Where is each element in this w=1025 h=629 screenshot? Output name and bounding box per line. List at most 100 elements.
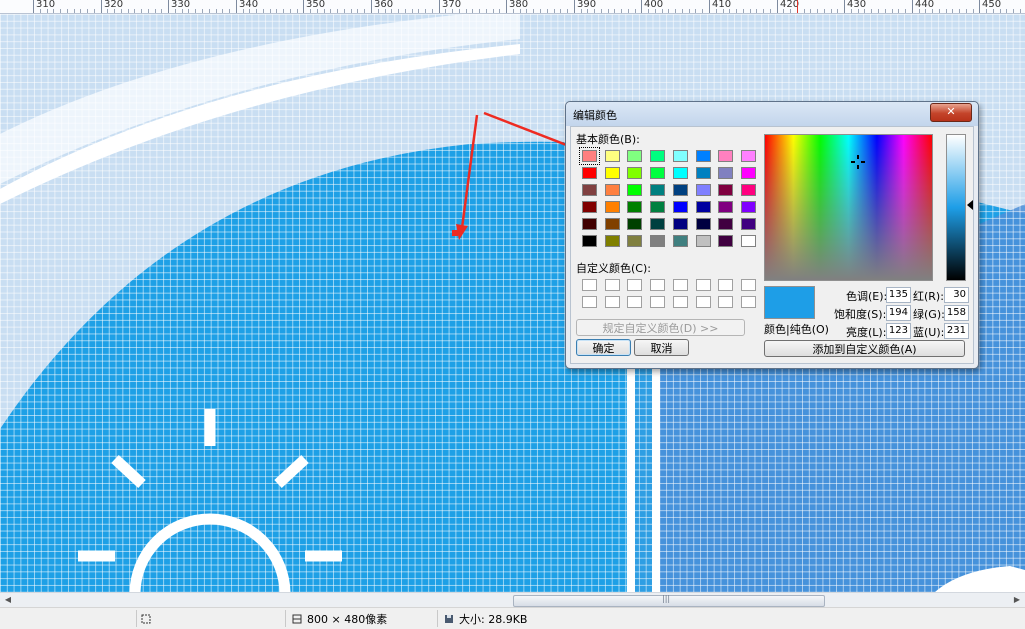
define-custom-colors-button[interactable]: 规定自定义颜色(D) >>: [576, 319, 745, 336]
basic-color-swatch[interactable]: [740, 201, 756, 213]
basic-color-swatch[interactable]: [740, 167, 756, 179]
custom-color-swatch[interactable]: [650, 296, 666, 308]
ruler-minor-tick: [804, 9, 805, 13]
horizontal-ruler: 310 320 330 340 350 360 370 380 390 400 410 420 430 4…: [0, 0, 1025, 14]
green-input[interactable]: 158: [944, 305, 969, 321]
color-spectrum[interactable]: [764, 134, 933, 281]
basic-color-swatch[interactable]: [650, 150, 666, 162]
basic-color-swatch[interactable]: [718, 184, 734, 196]
blue-input[interactable]: 231: [944, 323, 969, 339]
luminance-input[interactable]: 123: [886, 323, 911, 339]
basic-color-swatch[interactable]: [604, 235, 620, 247]
basic-color-swatch[interactable]: [582, 218, 597, 230]
ruler-minor-tick: [94, 9, 95, 13]
scroll-left-icon[interactable]: ◀: [2, 594, 14, 606]
custom-color-swatch[interactable]: [740, 296, 756, 308]
basic-color-swatch[interactable]: [582, 235, 597, 247]
custom-color-swatch[interactable]: [604, 296, 620, 308]
basic-color-swatch[interactable]: [650, 184, 666, 196]
ruler-minor-tick: [925, 9, 926, 13]
basic-color-swatch[interactable]: [672, 201, 688, 213]
basic-color-swatch[interactable]: [627, 150, 643, 162]
basic-color-swatch[interactable]: [672, 218, 688, 230]
basic-color-swatch[interactable]: [740, 218, 756, 230]
basic-color-swatch[interactable]: [579, 147, 600, 165]
ruler-minor-tick: [770, 9, 771, 13]
basic-color-swatch[interactable]: [718, 167, 734, 179]
basic-color-swatch[interactable]: [582, 167, 597, 179]
custom-color-swatch[interactable]: [672, 279, 688, 291]
custom-color-swatch[interactable]: [672, 296, 688, 308]
basic-color-swatch[interactable]: [695, 150, 711, 162]
basic-color-swatch[interactable]: [582, 201, 597, 213]
dialog-title: 编辑颜色: [573, 109, 617, 122]
ruler-minor-tick: [499, 9, 500, 13]
basic-color-swatch[interactable]: [650, 201, 666, 213]
red-input[interactable]: 30: [944, 287, 969, 303]
custom-color-swatch[interactable]: [627, 279, 643, 291]
custom-color-swatch[interactable]: [695, 296, 711, 308]
basic-color-swatch[interactable]: [695, 218, 711, 230]
ruler-minor-tick: [817, 9, 818, 13]
custom-color-swatch[interactable]: [740, 279, 756, 291]
basic-color-swatch[interactable]: [627, 184, 643, 196]
basic-color-swatch[interactable]: [627, 235, 643, 247]
basic-color-swatch[interactable]: [695, 184, 711, 196]
basic-colors-label: 基本颜色(B):: [576, 133, 640, 146]
custom-color-swatch[interactable]: [582, 279, 597, 291]
cancel-button[interactable]: 取消: [634, 339, 689, 356]
basic-color-swatch[interactable]: [718, 218, 734, 230]
basic-color-swatch[interactable]: [650, 235, 666, 247]
basic-color-swatch[interactable]: [604, 218, 620, 230]
basic-color-swatch[interactable]: [604, 150, 620, 162]
hue-input[interactable]: 135: [886, 287, 911, 303]
selection-status: [141, 611, 151, 626]
basic-color-swatch[interactable]: [604, 201, 620, 213]
horizontal-scrollbar[interactable]: ◀ ||| ▶: [0, 592, 1025, 607]
ruler-major-tick: [574, 0, 575, 13]
custom-colors-label: 自定义颜色(C):: [576, 262, 651, 275]
luminance-slider[interactable]: [946, 134, 966, 281]
basic-color-swatch[interactable]: [695, 167, 711, 179]
scrollbar-thumb[interactable]: |||: [513, 594, 825, 607]
basic-color-swatch[interactable]: [650, 167, 666, 179]
ok-button[interactable]: 确定: [576, 339, 631, 356]
close-button[interactable]: ✕: [930, 103, 972, 122]
basic-color-swatch[interactable]: [627, 201, 643, 213]
custom-color-swatch[interactable]: [627, 296, 643, 308]
add-to-custom-colors-button[interactable]: 添加到自定义颜色(A): [764, 340, 965, 357]
basic-color-swatch[interactable]: [672, 150, 688, 162]
basic-color-swatch[interactable]: [672, 184, 688, 196]
custom-color-swatch[interactable]: [718, 296, 734, 308]
custom-color-swatch[interactable]: [718, 279, 734, 291]
basic-color-swatch[interactable]: [604, 167, 620, 179]
basic-color-swatch[interactable]: [718, 201, 734, 213]
ruler-minor-tick: [513, 9, 514, 13]
basic-color-swatch[interactable]: [695, 235, 711, 247]
luminance-arrow-icon[interactable]: [967, 200, 973, 210]
ruler-minor-tick: [993, 9, 994, 13]
basic-color-swatch[interactable]: [627, 218, 643, 230]
dialog-titlebar[interactable]: 编辑颜色 ✕: [566, 102, 978, 126]
custom-color-swatch[interactable]: [695, 279, 711, 291]
basic-color-swatch[interactable]: [604, 184, 620, 196]
custom-color-swatch[interactable]: [582, 296, 597, 308]
basic-color-swatch[interactable]: [740, 184, 756, 196]
basic-color-swatch[interactable]: [672, 235, 688, 247]
scroll-right-icon[interactable]: ▶: [1011, 594, 1023, 606]
basic-color-swatch[interactable]: [718, 150, 734, 162]
basic-color-swatch[interactable]: [627, 167, 643, 179]
saturation-input[interactable]: 194: [886, 305, 911, 321]
basic-color-swatch[interactable]: [650, 218, 666, 230]
custom-color-swatch[interactable]: [604, 279, 620, 291]
basic-color-swatch[interactable]: [582, 184, 597, 196]
basic-color-swatch[interactable]: [740, 235, 756, 247]
basic-color-swatch[interactable]: [695, 201, 711, 213]
basic-color-swatch[interactable]: [718, 235, 734, 247]
ruler-minor-tick: [682, 9, 683, 13]
basic-color-swatch[interactable]: [672, 167, 688, 179]
ruler-minor-tick: [750, 9, 751, 13]
ruler-minor-tick: [222, 9, 223, 13]
custom-color-swatch[interactable]: [650, 279, 666, 291]
basic-color-swatch[interactable]: [740, 150, 756, 162]
